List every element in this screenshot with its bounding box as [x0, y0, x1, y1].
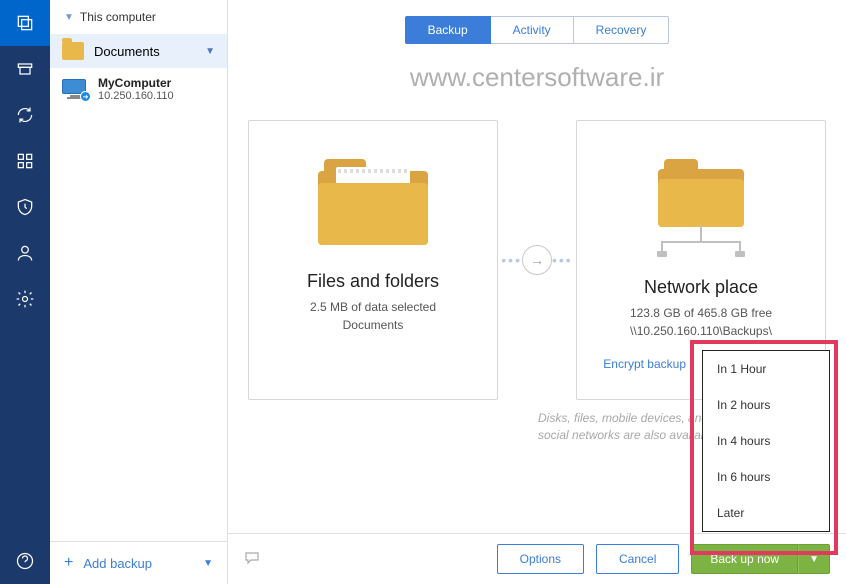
sidebar: ▼ This computer Documents ▼ ➜ MyComputer…: [50, 0, 228, 584]
source-line2: Documents: [343, 316, 404, 334]
cancel-button[interactable]: Cancel: [596, 544, 679, 574]
device-name: MyComputer: [98, 76, 174, 90]
rail-user-icon[interactable]: [0, 230, 50, 276]
chevron-down-icon[interactable]: ▼: [205, 46, 215, 57]
dest-title: Network place: [644, 277, 758, 298]
add-backup-button[interactable]: + Add backup ▼: [50, 541, 227, 584]
tab-backup[interactable]: Backup: [405, 16, 491, 44]
dropdown-item-later[interactable]: Later: [703, 495, 829, 531]
tree-header[interactable]: ▼ This computer: [50, 0, 227, 34]
sidebar-item-label: Documents: [94, 44, 160, 59]
dropdown-item-6h[interactable]: In 6 hours: [703, 459, 829, 495]
add-backup-label: Add backup: [83, 556, 152, 571]
folder-icon: [62, 42, 84, 60]
chevron-down-icon: ▼: [64, 12, 74, 23]
arrow-connector: ••• → •••: [498, 120, 576, 400]
main-panel: Backup Activity Recovery www.centersoftw…: [228, 0, 846, 584]
rail-sync-icon[interactable]: [0, 92, 50, 138]
dropdown-item-4h[interactable]: In 4 hours: [703, 423, 829, 459]
dest-line2: \\10.250.160.110\Backups\: [630, 322, 772, 340]
tree-header-label: This computer: [80, 10, 156, 24]
folder-large-icon: [318, 159, 428, 245]
source-line1: 2.5 MB of data selected: [310, 298, 436, 316]
footer-bar: Options Cancel Back up now ▼: [228, 533, 846, 584]
network-folder-icon: [646, 149, 756, 259]
source-card[interactable]: Files and folders 2.5 MB of data selecte…: [248, 120, 498, 400]
comment-icon[interactable]: [244, 551, 260, 568]
tab-activity[interactable]: Activity: [491, 16, 574, 44]
rail-grid-icon[interactable]: [0, 138, 50, 184]
backup-now-button[interactable]: Back up now: [691, 544, 798, 574]
schedule-dropdown: In 1 Hour In 2 hours In 4 hours In 6 hou…: [702, 350, 830, 532]
nav-rail: [0, 0, 50, 584]
source-title: Files and folders: [307, 271, 439, 292]
tab-recovery[interactable]: Recovery: [574, 16, 670, 44]
dest-line1: 123.8 GB of 465.8 GB free: [630, 304, 772, 322]
computer-icon: ➜: [62, 79, 88, 99]
rail-help-icon[interactable]: [0, 538, 50, 584]
watermark-text: www.centersoftware.ir: [228, 62, 846, 93]
sidebar-item-documents[interactable]: Documents ▼: [50, 34, 227, 68]
device-address: 10.250.160.110: [98, 90, 174, 102]
rail-settings-icon[interactable]: [0, 276, 50, 322]
tab-bar: Backup Activity Recovery: [228, 0, 846, 48]
chevron-down-icon[interactable]: ▼: [203, 558, 213, 569]
sidebar-item-device[interactable]: ➜ MyComputer 10.250.160.110: [50, 68, 227, 110]
arrow-right-icon: →: [522, 245, 552, 275]
rail-archive-icon[interactable]: [0, 46, 50, 92]
dropdown-item-1h[interactable]: In 1 Hour: [703, 351, 829, 387]
backup-now-caret[interactable]: ▼: [798, 544, 830, 574]
plus-icon: +: [64, 554, 73, 572]
rail-shield-icon[interactable]: [0, 184, 50, 230]
rail-copy-icon[interactable]: [0, 0, 50, 46]
options-button[interactable]: Options: [497, 544, 584, 574]
dropdown-item-2h[interactable]: In 2 hours: [703, 387, 829, 423]
encrypt-link[interactable]: Encrypt backup: [603, 357, 686, 371]
